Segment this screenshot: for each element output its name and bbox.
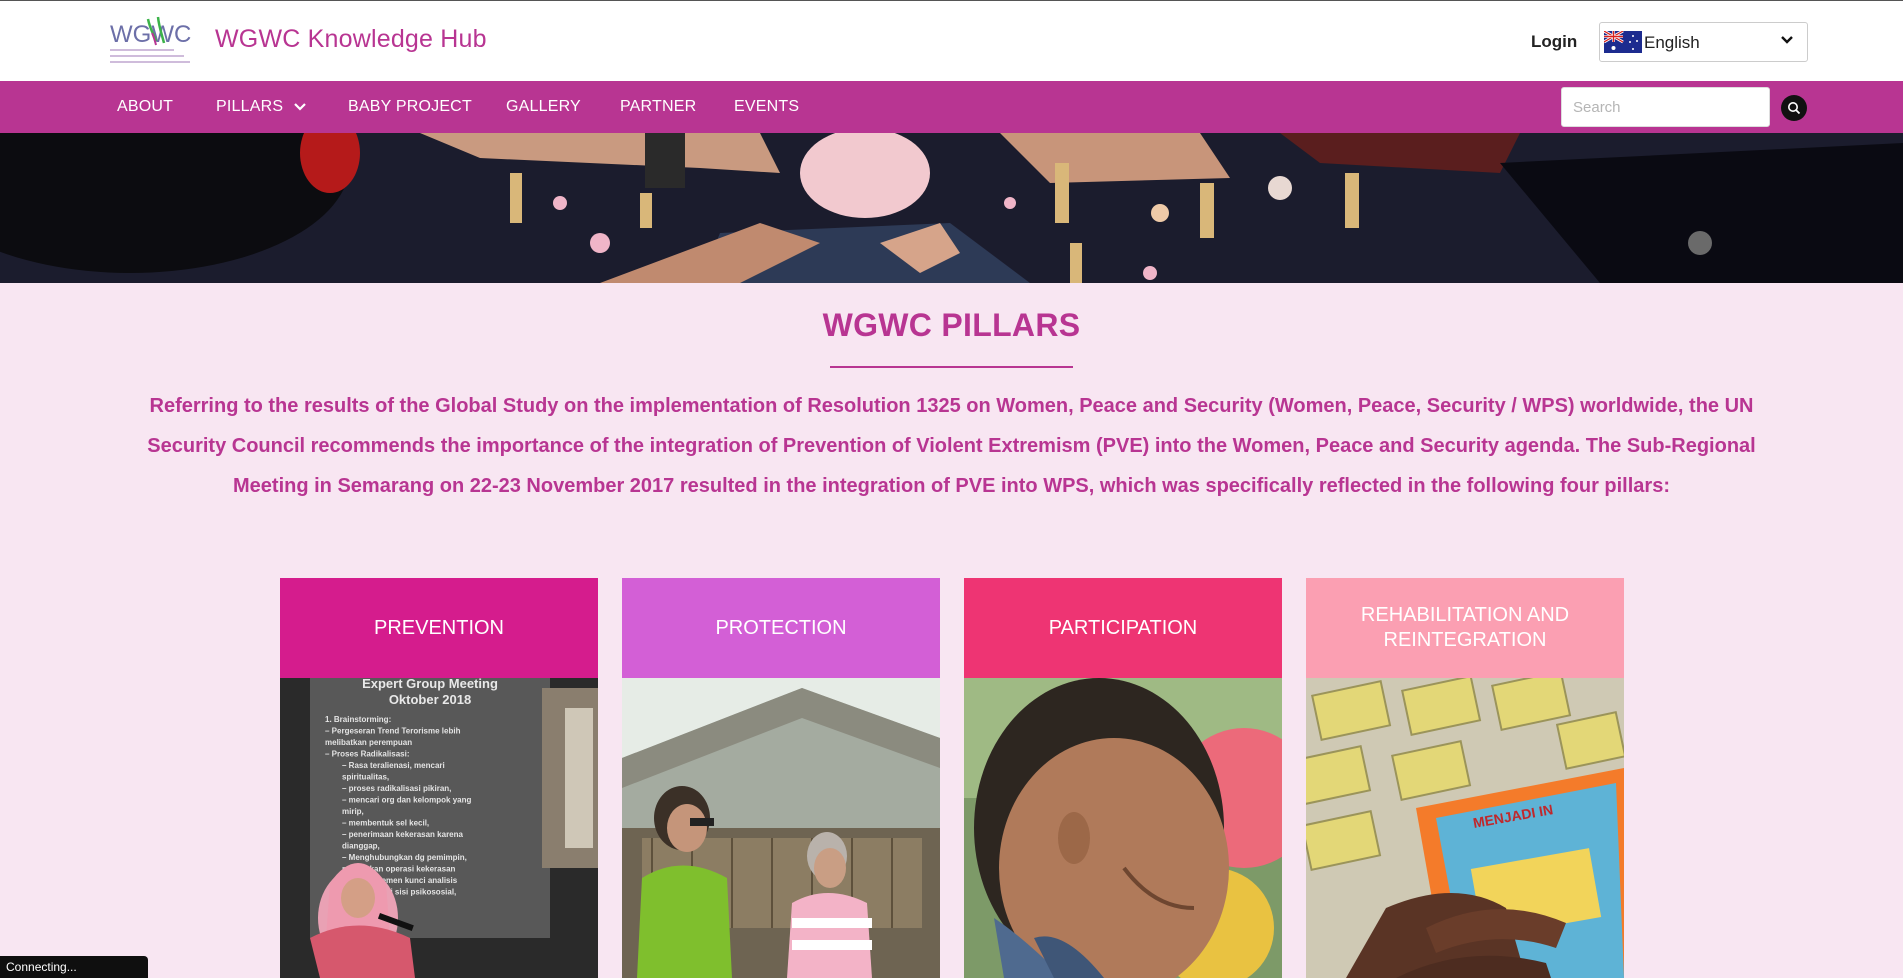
slide-line: – Menghubungkan dg pemimpin, bbox=[342, 853, 467, 862]
login-link[interactable]: Login bbox=[1531, 32, 1577, 52]
site-header: WGWC WGWC Knowledge Hub Login English bbox=[0, 0, 1903, 81]
wgwc-logo-mark: WGWC bbox=[110, 16, 191, 63]
nav-item-partner[interactable]: PARTNER bbox=[620, 98, 696, 116]
language-label: English bbox=[1644, 33, 1700, 52]
pillar-card-rehabilitation[interactable]: REHABILITATION AND REINTEGRATION MENJADI… bbox=[1306, 578, 1624, 978]
pillar-card-protection[interactable]: PROTECTION bbox=[622, 578, 940, 978]
nav-item-pillars-label: PILLARS bbox=[216, 98, 284, 115]
search-icon bbox=[1788, 102, 1801, 115]
pillar-card-prevention[interactable]: PREVENTION Expert Group Meeting Oktober … bbox=[280, 578, 598, 978]
slide-line: – Pergeseran Trend Terorisme lebih bbox=[325, 727, 461, 736]
slide-heading: Expert Group Meeting bbox=[362, 678, 498, 691]
slide-line: – Proses Radikalisasi: bbox=[325, 750, 410, 759]
language-select[interactable]: English bbox=[1599, 22, 1808, 62]
pillar-image-prevention: Expert Group Meeting Oktober 2018 1. Bra… bbox=[280, 678, 598, 978]
slide-line: melibatkan perempuan bbox=[325, 738, 412, 747]
wgwc-logo[interactable]: WGWC bbox=[110, 15, 194, 69]
slide-line: dianggap, bbox=[342, 842, 380, 851]
hero-banner-image bbox=[0, 133, 1903, 283]
slide-line: – penerimaan kekerasan karena bbox=[342, 830, 464, 839]
search-button[interactable] bbox=[1781, 95, 1807, 121]
main-nav: ABOUT PILLARS BABY PROJECT GALLERY PARTN… bbox=[0, 81, 1903, 133]
nav-item-gallery[interactable]: GALLERY bbox=[506, 98, 581, 116]
slide-line: spiritualitas, bbox=[342, 773, 389, 782]
page-title: WGWC PILLARS bbox=[822, 307, 1081, 343]
slide-line: 1. Brainstorming: bbox=[325, 715, 391, 724]
site-title[interactable]: WGWC Knowledge Hub bbox=[215, 25, 487, 54]
pillar-title-protection[interactable]: PROTECTION bbox=[622, 578, 940, 678]
pillar-title-rehabilitation[interactable]: REHABILITATION AND REINTEGRATION bbox=[1306, 578, 1624, 678]
pillar-title-participation[interactable]: PARTICIPATION bbox=[964, 578, 1282, 678]
chevron-down-icon bbox=[294, 102, 306, 111]
slide-subheading: Oktober 2018 bbox=[389, 692, 471, 707]
intro-paragraph: Referring to the results of the Global S… bbox=[147, 395, 1756, 497]
search-input[interactable] bbox=[1561, 87, 1770, 127]
pillar-card-participation[interactable]: PARTICIPATION bbox=[964, 578, 1282, 978]
pillar-image-participation bbox=[964, 678, 1282, 978]
pillar-title-prevention[interactable]: PREVENTION bbox=[280, 578, 598, 678]
browser-status-bar: Connecting... bbox=[0, 956, 148, 978]
title-divider bbox=[830, 366, 1073, 368]
slide-line: mirip, bbox=[342, 807, 364, 816]
pillar-image-rehabilitation: MENJADI IN bbox=[1306, 678, 1624, 978]
nav-item-about[interactable]: ABOUT bbox=[117, 98, 173, 116]
slide-line: – mencari org dan kelompok yang bbox=[342, 796, 471, 805]
nav-item-pillars[interactable]: PILLARS bbox=[216, 98, 307, 116]
pillar-image-protection bbox=[622, 678, 940, 978]
nav-item-baby-project[interactable]: BABY PROJECT bbox=[348, 98, 472, 116]
slide-line: – membentuk sel kecil, bbox=[342, 819, 429, 828]
australia-flag-icon bbox=[1604, 31, 1642, 53]
chevron-down-icon bbox=[1781, 36, 1793, 44]
slide-line: – proses radikalisasi pikiran, bbox=[342, 784, 451, 793]
slide-line: – Rasa teralienasi, mencari bbox=[342, 761, 445, 770]
nav-item-events[interactable]: EVENTS bbox=[734, 98, 799, 116]
